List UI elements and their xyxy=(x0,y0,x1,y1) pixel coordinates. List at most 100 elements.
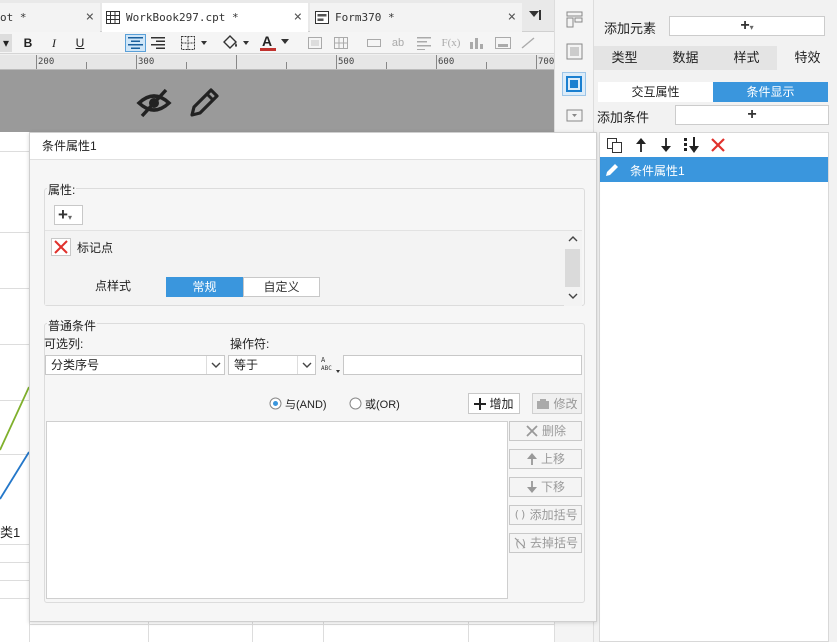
italic-button[interactable]: I xyxy=(46,34,62,52)
table-grid-icon[interactable] xyxy=(333,36,349,50)
style-option-custom[interactable]: 自定义 xyxy=(243,277,320,297)
value-type-icon[interactable]: A ABC xyxy=(319,353,343,375)
plus-icon xyxy=(474,397,487,410)
scroll-up-icon[interactable] xyxy=(568,235,578,243)
spreadsheet-preview: 类1 xyxy=(0,132,30,642)
remove-property-button[interactable] xyxy=(51,238,71,256)
tab-effects[interactable]: 特效 xyxy=(777,46,837,70)
underline-button[interactable]: U xyxy=(72,34,88,52)
add-property-button[interactable]: +▾ xyxy=(54,205,83,225)
condition-list-area[interactable] xyxy=(46,421,508,599)
subtab-conditional-display[interactable]: 条件显示 xyxy=(713,82,828,102)
delete-button-label: 删除 xyxy=(541,424,566,438)
arrow-up-icon xyxy=(526,453,537,465)
remove-bracket-icon: () xyxy=(514,537,527,550)
radio-unchecked-icon xyxy=(349,397,362,410)
form-icon xyxy=(315,11,329,24)
condition-value-input[interactable] xyxy=(343,355,582,375)
subtab-interaction[interactable]: 交互属性 xyxy=(598,82,713,102)
dropdown-arrow-icon[interactable]: ▾ xyxy=(0,34,12,52)
tab-type[interactable]: 类型 xyxy=(594,46,655,70)
ruler-label: 700 xyxy=(538,57,555,67)
align-right-icon[interactable] xyxy=(150,36,166,50)
operator-select[interactable]: 等于 xyxy=(228,355,316,375)
close-icon xyxy=(526,425,538,437)
modify-button-label: 修改 xyxy=(553,397,578,411)
remove-bracket-button[interactable]: () 去掉括号 xyxy=(509,533,582,553)
slash-icon[interactable] xyxy=(520,36,536,50)
modify-icon xyxy=(537,398,550,409)
dropdown-arrow-icon: ▾ xyxy=(749,23,754,32)
close-icon[interactable]: × xyxy=(86,9,94,25)
merge-cells-icon[interactable] xyxy=(307,36,323,50)
chart-line-series xyxy=(0,386,30,500)
align-center-button[interactable] xyxy=(125,34,146,52)
document-tab-bar: ot * × WorkBook297.cpt * × Form370 * × xyxy=(0,0,554,32)
pencil-icon[interactable] xyxy=(187,86,221,120)
radio-checked-icon xyxy=(269,397,282,410)
add-button-label: 增加 xyxy=(489,397,514,411)
font-color-label: A xyxy=(262,33,273,49)
layout-icon[interactable] xyxy=(566,11,583,28)
tab-form370[interactable]: Form370 * × xyxy=(310,3,522,32)
add-element-button[interactable]: +▾ xyxy=(669,16,825,36)
add-bracket-button[interactable]: () 添加括号 xyxy=(509,505,582,525)
condition-list-item[interactable]: 条件属性1 xyxy=(600,157,828,182)
properties-button[interactable] xyxy=(562,72,586,96)
scrollbar-thumb[interactable] xyxy=(565,249,580,287)
arrow-down-icon xyxy=(526,481,537,493)
plus-icon: + xyxy=(58,205,68,224)
column-select[interactable]: 分类序号 xyxy=(45,355,225,375)
radio-and-label: 与(AND) xyxy=(285,399,327,411)
close-icon[interactable]: × xyxy=(294,9,302,25)
property-section-label: 属性: xyxy=(47,181,77,198)
image-icon[interactable] xyxy=(494,36,512,50)
delete-condition-button[interactable]: 删除 xyxy=(509,421,582,441)
modify-condition-button[interactable]: 修改 xyxy=(532,393,582,414)
down-button-label: 下移 xyxy=(540,480,565,494)
add-element-label: 添加元素 xyxy=(604,21,657,36)
close-icon[interactable]: × xyxy=(508,9,516,25)
arrow-down-icon[interactable] xyxy=(659,137,673,153)
list-icon[interactable] xyxy=(416,36,432,50)
copy-icon[interactable] xyxy=(606,137,623,153)
dropdown-arrow-icon: ▾ xyxy=(67,213,72,222)
condition-list-box: 条件属性1 xyxy=(599,132,829,642)
style-option-normal[interactable]: 常规 xyxy=(166,277,243,297)
bold-button[interactable]: B xyxy=(20,34,36,52)
component-icon[interactable] xyxy=(566,43,583,60)
field-icon[interactable] xyxy=(366,38,382,48)
font-color-swatch xyxy=(260,48,276,51)
tab-workbook297[interactable]: WorkBook297.cpt * × xyxy=(102,3,308,32)
fill-color-icon[interactable] xyxy=(221,34,251,52)
add-condition-button[interactable]: 增加 xyxy=(468,393,520,414)
chart-icon[interactable] xyxy=(468,36,484,50)
ruler-label: 300 xyxy=(138,57,155,67)
tab-ot[interactable]: ot * × xyxy=(0,3,100,32)
border-icon[interactable] xyxy=(180,35,210,51)
arrow-up-icon[interactable] xyxy=(634,137,648,153)
move-up-button[interactable]: 上移 xyxy=(509,449,582,469)
text-tool-button[interactable]: ab xyxy=(390,34,406,52)
move-down-button[interactable]: 下移 xyxy=(509,477,582,497)
hide-eye-icon[interactable] xyxy=(136,86,172,120)
formula-button[interactable]: F(x) xyxy=(440,34,462,52)
tab-data[interactable]: 数据 xyxy=(655,46,716,70)
column-label: 可选列: xyxy=(44,337,84,351)
right-property-panel: 添加元素 +▾ 类型 数据 样式 特效 交互属性 条件显示 添加条件 + 条件属… xyxy=(593,0,837,642)
tab-style[interactable]: 样式 xyxy=(716,46,777,70)
radio-or-label: 或(OR) xyxy=(365,399,400,411)
ruler-label: 600 xyxy=(438,57,455,67)
tab-menu-icon[interactable] xyxy=(528,9,542,21)
move-to-bottom-icon[interactable] xyxy=(683,136,701,154)
font-color-button[interactable]: A xyxy=(259,33,293,52)
condition-property-dialog: 条件属性1 属性: +▾ 标记点 点样式 常规 自定义 普通条件 可选列: 操作… xyxy=(29,132,597,622)
delete-icon[interactable] xyxy=(710,137,726,153)
scroll-down-icon[interactable] xyxy=(568,292,578,300)
add-condition-button[interactable]: + xyxy=(675,105,829,125)
property-scrollbar[interactable] xyxy=(564,231,582,306)
dropdown-arrow-icon xyxy=(281,39,289,44)
chevron-down-icon xyxy=(206,356,224,374)
design-canvas xyxy=(0,70,554,132)
widget-icon[interactable] xyxy=(566,107,583,124)
